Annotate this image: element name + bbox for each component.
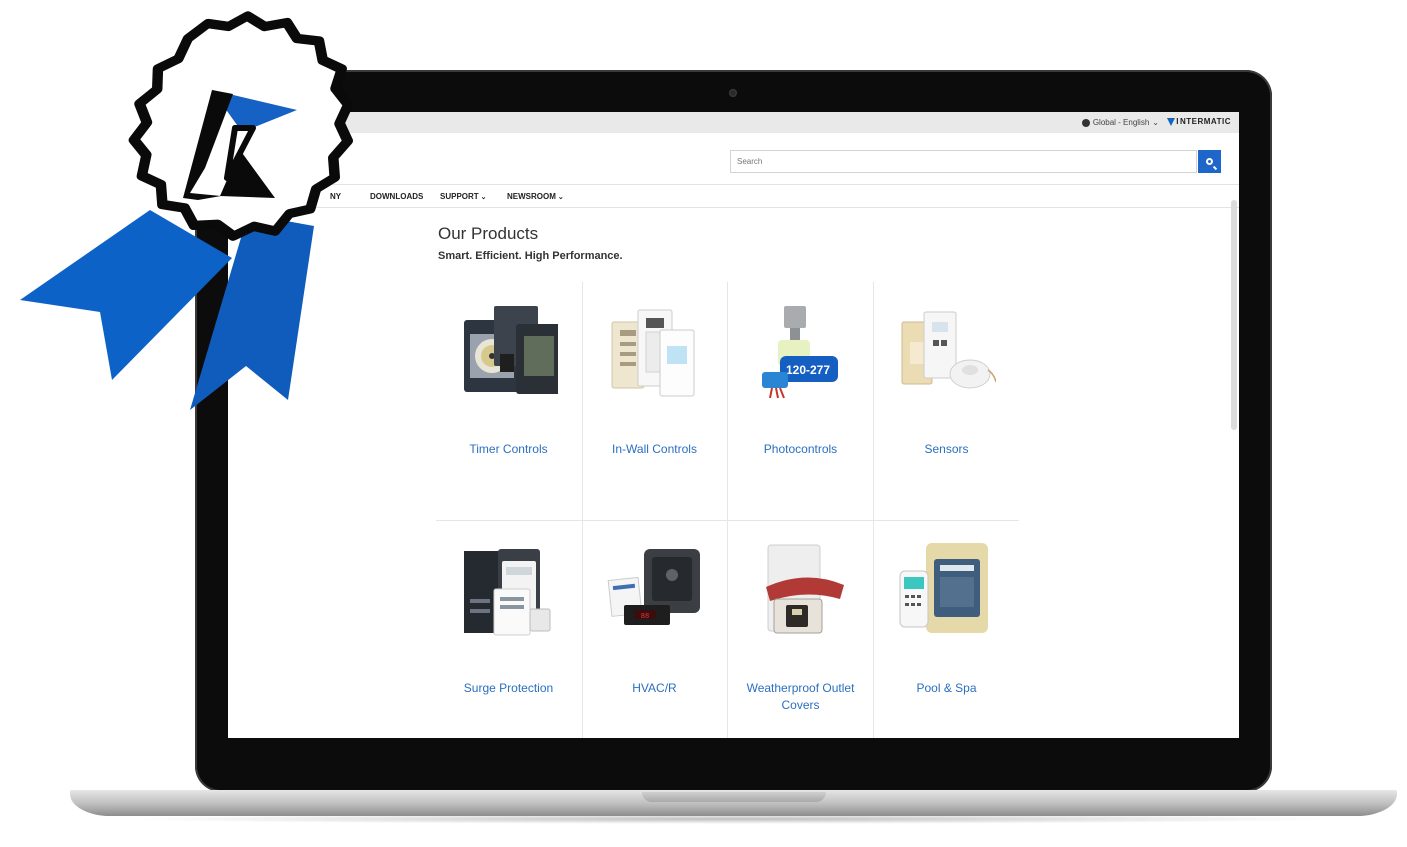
product-label: In-Wall Controls bbox=[612, 442, 697, 456]
outlet-cover-icon bbox=[766, 544, 844, 634]
globe-icon bbox=[1081, 118, 1090, 127]
hvac-icon: 88 bbox=[607, 549, 700, 625]
product-card-in-wall-controls[interactable]: In-Wall Controls bbox=[582, 282, 727, 520]
product-label: Photocontrols bbox=[763, 442, 838, 456]
webcam bbox=[729, 89, 737, 97]
nav-item-newsroom[interactable]: NEWSROOM ⌄ bbox=[507, 192, 564, 201]
product-label: HVAC/R bbox=[632, 681, 677, 695]
product-label: Surge Protection bbox=[463, 681, 554, 695]
product-label: Timer Controls bbox=[469, 442, 548, 456]
chevron-down-icon: ⌄ bbox=[480, 194, 487, 201]
surge-protection-icon bbox=[464, 549, 551, 636]
nav-item-support[interactable]: SUPPORT ⌄ bbox=[440, 192, 487, 201]
chevron-down-icon: ⌄ bbox=[1152, 118, 1159, 127]
product-grid: Timer Controls In-Wall Controls 120-277 … bbox=[436, 282, 1019, 738]
language-label: Global - English bbox=[1092, 118, 1150, 127]
pool-spa-icon bbox=[899, 543, 988, 633]
laptop-notch bbox=[642, 792, 826, 802]
brand-name: NTERMATIC bbox=[1179, 117, 1231, 126]
product-card-sensors[interactable]: Sensors bbox=[874, 282, 1019, 520]
product-label: Sensors bbox=[924, 442, 969, 456]
product-label: Pool & Spa bbox=[916, 681, 977, 695]
brand-initial: I bbox=[1176, 117, 1179, 126]
svg-text:88: 88 bbox=[641, 613, 649, 621]
search-icon bbox=[1206, 158, 1213, 165]
product-card-weatherproof-outlet-covers[interactable]: Weatherproof Outlet Covers bbox=[728, 521, 873, 738]
search-button[interactable] bbox=[1198, 150, 1221, 173]
product-card-hvac[interactable]: 88 HVAC/R bbox=[582, 521, 727, 738]
sensors-icon bbox=[901, 311, 996, 389]
product-card-surge-protection[interactable]: Surge Protection bbox=[436, 521, 581, 738]
photocontrols-icon: 120-277 bbox=[762, 306, 838, 399]
product-card-pool-spa[interactable]: Pool & Spa bbox=[874, 521, 1019, 738]
in-wall-controls-icon bbox=[611, 309, 695, 397]
timer-controls-icon bbox=[464, 306, 558, 394]
award-ribbon-icon bbox=[20, 11, 354, 410]
product-label: Weatherproof Outlet Covers bbox=[746, 681, 855, 712]
page-title: Our Products bbox=[438, 224, 539, 243]
language-selector[interactable]: Global - English ⌄ bbox=[1081, 118, 1159, 127]
chevron-down-icon: ⌄ bbox=[557, 194, 564, 201]
page-scrollbar[interactable] bbox=[1231, 200, 1237, 430]
page-subtitle: Smart. Efficient. High Performance. bbox=[438, 250, 623, 262]
product-card-photocontrols[interactable]: 120-277 Photocontrols bbox=[728, 282, 873, 520]
product-card-timer-controls[interactable]: Timer Controls bbox=[436, 282, 581, 520]
brand-logo[interactable]: I NTERMATIC bbox=[1167, 117, 1231, 126]
photocontrol-voltage-text: 120-277 bbox=[786, 363, 830, 377]
search-input[interactable] bbox=[730, 150, 1197, 173]
logo-mark-icon bbox=[1167, 117, 1176, 126]
